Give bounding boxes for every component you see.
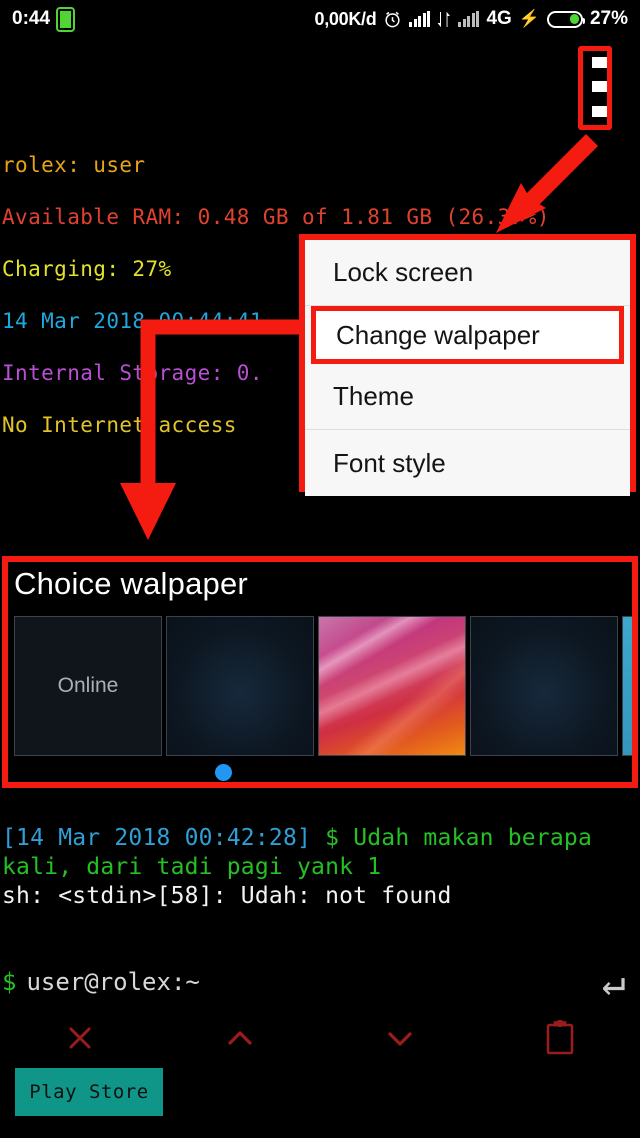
status-bar-left: 0:44 — [12, 6, 76, 32]
wallpaper-thumb-pink-abstract[interactable] — [318, 616, 466, 756]
battery-pill-icon — [546, 10, 585, 28]
enter-key-icon[interactable]: ↵ — [602, 962, 626, 1002]
menu-item-label: Change walpaper — [336, 319, 540, 350]
page-indicator-dot — [215, 764, 232, 781]
prompt-text: user@rolex:~ — [26, 968, 200, 996]
data-transfer-icon — [437, 11, 451, 28]
wallpaper-chooser-panel[interactable]: Choice walpaper Online — [2, 556, 638, 788]
terminal-line-host: rolex: user — [2, 153, 146, 177]
status-bar-right: 0,00K/d 4G ⚡ 27% — [315, 8, 629, 30]
play-store-button-label: Play Store — [29, 1081, 149, 1103]
menu-item-lock-screen[interactable]: Lock screen — [305, 240, 630, 306]
play-store-button[interactable]: Play Store — [15, 1068, 163, 1116]
terminal-log: [14 Mar 2018 00:42:28] $ Udah makan bera… — [2, 824, 638, 911]
menu-item-theme[interactable]: Theme — [305, 364, 630, 430]
terminal-log-timestamp: [14 Mar 2018 00:42:28] — [2, 825, 312, 851]
overflow-dot-3 — [592, 106, 607, 117]
menu-item-label: Lock screen — [333, 257, 474, 287]
terminal-prompt-row[interactable]: $ user@rolex:~ ↵ — [2, 962, 638, 1002]
wallpaper-thumb-cyan[interactable] — [622, 616, 632, 756]
wallpaper-thumbnail-strip[interactable]: Online — [8, 616, 632, 756]
menu-item-label: Theme — [333, 381, 414, 411]
charging-bolt-icon: ⚡ — [518, 9, 540, 28]
status-bar: 0:44 0,00K/d 4G ⚡ 27% — [0, 0, 640, 38]
menu-item-font-style[interactable]: Font style — [305, 430, 630, 496]
context-menu[interactable]: Lock screen Change walpaper Theme Font s… — [299, 234, 636, 496]
wallpaper-thumb-dark-blue-2[interactable] — [470, 616, 618, 756]
menu-item-change-walpaper[interactable]: Change walpaper — [311, 306, 624, 364]
clipboard-icon[interactable] — [480, 1020, 640, 1056]
terminal-log-error: sh: <stdin>[58]: Udah: not found — [2, 883, 452, 909]
terminal-line-ram: Available RAM: 0.48 GB of 1.81 GB (26.37… — [2, 205, 550, 229]
network-type-text: 4G — [486, 8, 512, 29]
overflow-dot-1 — [592, 57, 607, 68]
phone-screen: 0:44 0,00K/d 4G ⚡ 27% rolex: user Availa… — [0, 0, 640, 1138]
alarm-icon — [383, 10, 402, 29]
clock-text: 0:44 — [12, 8, 51, 29]
overflow-dot-2 — [592, 81, 607, 92]
close-icon[interactable] — [0, 1022, 160, 1054]
chevron-down-icon[interactable] — [320, 1025, 480, 1051]
network-speed-text: 0,00K/d — [314, 8, 377, 29]
wallpaper-panel-title: Choice walpaper — [14, 566, 248, 601]
wallpaper-thumb-label: Online — [57, 674, 119, 697]
battery-icon — [56, 6, 76, 32]
battery-percent-text: 27% — [589, 8, 628, 29]
wallpaper-thumb-dark-blue-1[interactable] — [166, 616, 314, 756]
menu-item-label: Font style — [333, 447, 446, 478]
terminal-icon-bar[interactable] — [0, 1010, 640, 1066]
signal-bars-icon — [409, 11, 431, 27]
chevron-up-icon[interactable] — [160, 1025, 320, 1051]
wallpaper-thumb-online[interactable]: Online — [14, 616, 162, 756]
overflow-menu-icon[interactable] — [578, 46, 612, 130]
signal-bars-icon-2 — [458, 11, 480, 27]
prompt-dollar-sign: $ — [2, 968, 17, 996]
